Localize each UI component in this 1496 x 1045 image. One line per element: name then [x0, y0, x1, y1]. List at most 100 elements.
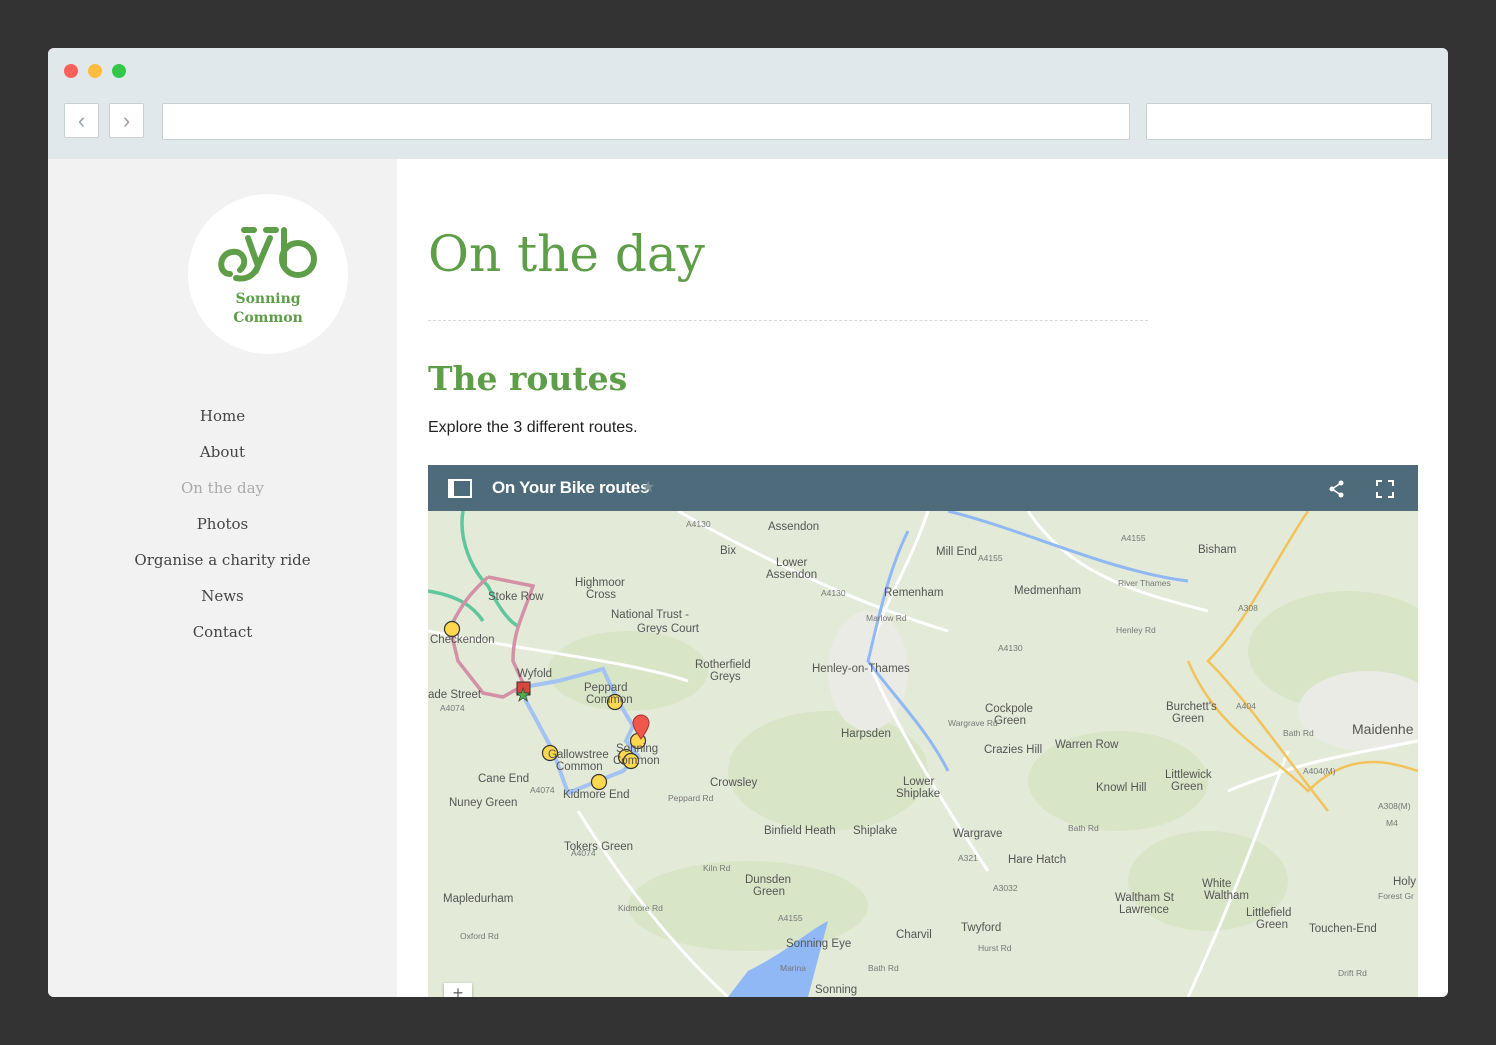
logo-line2: Common [233, 310, 303, 326]
map-place-label: Cross [586, 589, 616, 601]
map-road-label: Bath Rd [1283, 728, 1314, 738]
map-place-label: Harpsden [841, 728, 891, 740]
section-title: The routes [428, 359, 628, 398]
site-logo[interactable]: Sonning Common [188, 194, 348, 354]
map-road-label: A4155 [978, 553, 1003, 563]
map-canvas[interactable]: ★AssendonBixLowerAssendonHighmoorCrossSt… [428, 511, 1418, 997]
sidebar: Sonning Common Home About On the day Pho… [48, 159, 397, 997]
oyb-logo-mark [218, 227, 317, 282]
main-nav: Home About On the day Photos Organise a … [48, 403, 397, 655]
share-icon[interactable] [1328, 480, 1346, 498]
intro-text: Explore the 3 different routes. [428, 419, 638, 436]
logo-text: Sonning Common [188, 290, 348, 328]
star-marker-icon: ★ [515, 685, 531, 705]
map-place-label: Shiplake [853, 825, 897, 837]
map-place-label: Lower [776, 557, 807, 569]
map-road-label: A4130 [686, 519, 711, 529]
forward-button[interactable]: › [109, 103, 144, 138]
map-place-label: Burchett's [1166, 701, 1217, 713]
map-place-label: Remenham [884, 587, 943, 599]
map-place-label: Wyfold [517, 668, 552, 680]
map-place-label: Waltham [1204, 890, 1249, 902]
map-road-label: Oxford Rd [460, 931, 499, 941]
nav-organise-charity-ride[interactable]: Organise a charity ride [48, 547, 397, 583]
map-place-label: White [1202, 878, 1231, 890]
map-title: On Your Bike routes [492, 478, 650, 497]
zoom-in-button[interactable]: + [444, 983, 472, 997]
map-header: On Your Bike routes ★ [428, 465, 1418, 511]
map-place-label: Knowl Hill [1096, 782, 1147, 794]
map-place-label: Highmoor [575, 577, 625, 589]
map-place-label: Wargrave [953, 828, 1002, 840]
close-window-button[interactable] [64, 64, 78, 78]
river-thames [866, 511, 1189, 772]
nav-contact[interactable]: Contact [48, 619, 397, 655]
map-place-label: Medmenham [1014, 585, 1081, 597]
map-road-label: Forest Gr [1378, 891, 1414, 901]
map-place-label: Sonning [815, 984, 857, 996]
map-place-label: Cockpole [985, 703, 1033, 715]
address-bar[interactable] [162, 103, 1130, 140]
map-road-label: Kidmore Rd [618, 903, 663, 913]
map-place-label: Sonning [616, 743, 658, 755]
sidebar-toggle-icon[interactable] [448, 479, 472, 498]
map-place-label: Hare Hatch [1008, 854, 1066, 866]
back-button[interactable]: ‹ [64, 103, 99, 138]
map-place-label: Mill End [936, 546, 977, 558]
map-place-label: Green [1256, 919, 1288, 931]
main-content: On the day The routes Explore the 3 diff… [397, 159, 1448, 997]
map-place-label: Binfield Heath [764, 825, 836, 837]
map-place-label: Peppard [584, 682, 627, 694]
star-icon[interactable]: ★ [641, 477, 655, 497]
map-place-label: Assendon [768, 521, 819, 533]
map-place-label: Lawrence [1119, 904, 1169, 916]
logo-line1: Sonning [235, 291, 301, 307]
map-place-label: Gallowstree [548, 749, 609, 761]
map-road-label: A4155 [778, 913, 803, 923]
minimize-window-button[interactable] [88, 64, 102, 78]
map-road-label: A4074 [530, 785, 555, 795]
map-road-label: A4074 [440, 703, 465, 713]
map-place-label: Bisham [1198, 544, 1236, 556]
map-road-label: Bath Rd [1068, 823, 1099, 833]
nav-news[interactable]: News [48, 583, 397, 619]
map-road-label: Marina [780, 963, 806, 973]
map-place-label: Henley-on-Thames [812, 663, 910, 675]
map-road-label: M4 [1386, 818, 1398, 828]
nav-about[interactable]: About [48, 439, 397, 475]
map-place-label: Green [1171, 781, 1203, 793]
chevron-right-icon: › [122, 107, 131, 133]
map-place-label: Green [994, 715, 1026, 727]
map-place-label: National Trust - [611, 609, 689, 621]
map-road-label: A4130 [821, 588, 846, 598]
map-place-label: Greys [710, 671, 741, 683]
map-road-label: A4155 [1121, 533, 1146, 543]
nav-on-the-day[interactable]: On the day [48, 475, 397, 511]
map-road-label: Hurst Rd [978, 943, 1012, 953]
map-place-label: Twyford [961, 922, 1001, 934]
map-place-label: Bix [720, 545, 736, 557]
map-road-label: A321 [958, 853, 978, 863]
page-title: On the day [428, 225, 705, 283]
map-road-label: A4074 [571, 848, 596, 858]
map-road-label: Drift Rd [1338, 968, 1367, 978]
map-place-label: Lower [903, 776, 934, 788]
map-place-label: Littlefield [1246, 907, 1291, 919]
waypoint-marker [590, 773, 608, 791]
map-place-label: Touchen-End [1309, 923, 1377, 935]
woodland-area [728, 711, 928, 831]
embedded-map[interactable]: On Your Bike routes ★ ★ Assendon Bix Lower A… [428, 465, 1418, 997]
browser-chrome: ‹ › [48, 48, 1448, 159]
map-place-label: Crowsley [710, 777, 758, 789]
nav-photos[interactable]: Photos [48, 511, 397, 547]
map-road-label: River Thames [1118, 578, 1171, 588]
nav-home[interactable]: Home [48, 403, 397, 439]
map-place-label: Common [613, 755, 660, 767]
map-road-label: Wargrave Rd [948, 718, 998, 728]
map-place-label: Kidmore End [563, 789, 629, 801]
fullscreen-icon[interactable] [1376, 480, 1394, 498]
browser-search-field[interactable] [1146, 103, 1432, 140]
map-place-label: Assendon [766, 569, 817, 581]
chevron-left-icon: ‹ [77, 107, 86, 133]
maximize-window-button[interactable] [112, 64, 126, 78]
